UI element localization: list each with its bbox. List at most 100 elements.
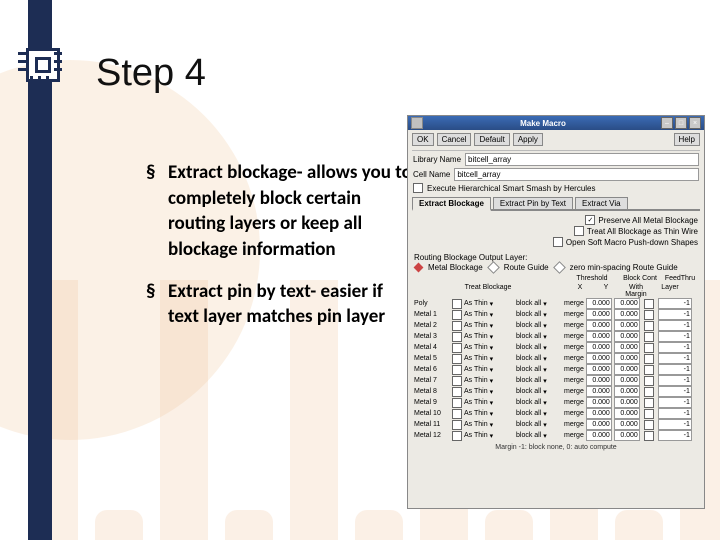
chevron-down-icon[interactable]: ▾ — [543, 333, 547, 341]
as-thin-checkbox[interactable] — [452, 332, 462, 342]
as-thin-checkbox[interactable] — [452, 310, 462, 320]
chevron-down-icon[interactable]: ▾ — [490, 344, 494, 352]
as-thin-checkbox[interactable] — [452, 321, 462, 331]
close-button[interactable]: × — [689, 117, 701, 129]
chevron-down-icon[interactable]: ▾ — [490, 432, 494, 440]
as-thin-checkbox[interactable] — [452, 343, 462, 353]
margin-checkbox[interactable] — [644, 387, 654, 397]
chevron-down-icon[interactable]: ▾ — [490, 333, 494, 341]
x-field[interactable]: 0.000 — [586, 375, 612, 386]
margin-checkbox[interactable] — [644, 310, 654, 320]
margin-checkbox[interactable] — [644, 376, 654, 386]
margin-checkbox[interactable] — [644, 431, 654, 441]
as-thin-checkbox[interactable] — [452, 299, 462, 309]
feedthru-field[interactable]: -1 — [658, 375, 692, 386]
chevron-down-icon[interactable]: ▾ — [543, 377, 547, 385]
chevron-down-icon[interactable]: ▾ — [490, 410, 494, 418]
y-field[interactable]: 0.000 — [614, 331, 640, 342]
cancel-button[interactable]: Cancel — [437, 133, 472, 146]
margin-checkbox[interactable] — [644, 299, 654, 309]
chevron-down-icon[interactable]: ▾ — [543, 410, 547, 418]
radio-zero-spacing[interactable] — [553, 261, 566, 274]
as-thin-checkbox[interactable] — [452, 387, 462, 397]
chevron-down-icon[interactable]: ▾ — [490, 322, 494, 330]
y-field[interactable]: 0.000 — [614, 320, 640, 331]
chevron-down-icon[interactable]: ▾ — [490, 300, 494, 308]
feedthru-field[interactable]: -1 — [658, 419, 692, 430]
chevron-down-icon[interactable]: ▾ — [543, 432, 547, 440]
chevron-down-icon[interactable]: ▾ — [490, 399, 494, 407]
cell-name-field[interactable]: bitcell_array — [454, 168, 699, 181]
y-field[interactable]: 0.000 — [614, 364, 640, 375]
feedthru-field[interactable]: -1 — [658, 309, 692, 320]
chevron-down-icon[interactable]: ▾ — [543, 388, 547, 396]
x-field[interactable]: 0.000 — [586, 309, 612, 320]
feedthru-field[interactable]: -1 — [658, 408, 692, 419]
tab-extract-via[interactable]: Extract Via — [575, 197, 628, 209]
feedthru-field[interactable]: -1 — [658, 353, 692, 364]
chevron-down-icon[interactable]: ▾ — [490, 355, 494, 363]
chevron-down-icon[interactable]: ▾ — [490, 388, 494, 396]
margin-checkbox[interactable] — [644, 420, 654, 430]
as-thin-checkbox[interactable] — [452, 376, 462, 386]
y-field[interactable]: 0.000 — [614, 408, 640, 419]
as-thin-checkbox[interactable] — [452, 409, 462, 419]
y-field[interactable]: 0.000 — [614, 386, 640, 397]
x-field[interactable]: 0.000 — [586, 320, 612, 331]
chevron-down-icon[interactable]: ▾ — [543, 399, 547, 407]
chevron-down-icon[interactable]: ▾ — [490, 366, 494, 374]
y-field[interactable]: 0.000 — [614, 419, 640, 430]
y-field[interactable]: 0.000 — [614, 298, 640, 309]
x-field[interactable]: 0.000 — [586, 331, 612, 342]
y-field[interactable]: 0.000 — [614, 342, 640, 353]
preserve-blockage-checkbox[interactable]: ✓ — [585, 215, 595, 225]
feedthru-field[interactable]: -1 — [658, 364, 692, 375]
chevron-down-icon[interactable]: ▾ — [543, 344, 547, 352]
feedthru-field[interactable]: -1 — [658, 386, 692, 397]
margin-checkbox[interactable] — [644, 409, 654, 419]
tab-extract-pin-by-text[interactable]: Extract Pin by Text — [493, 197, 573, 209]
chevron-down-icon[interactable]: ▾ — [543, 366, 547, 374]
feedthru-field[interactable]: -1 — [658, 331, 692, 342]
y-field[interactable]: 0.000 — [614, 309, 640, 320]
x-field[interactable]: 0.000 — [586, 397, 612, 408]
margin-checkbox[interactable] — [644, 354, 654, 364]
apply-button[interactable]: Apply — [513, 133, 543, 146]
chevron-down-icon[interactable]: ▾ — [543, 355, 547, 363]
radio-metal-blockage[interactable] — [414, 263, 424, 273]
y-field[interactable]: 0.000 — [614, 375, 640, 386]
pushdown-checkbox[interactable] — [553, 237, 563, 247]
chevron-down-icon[interactable]: ▾ — [543, 300, 547, 308]
chevron-down-icon[interactable]: ▾ — [543, 322, 547, 330]
chevron-down-icon[interactable]: ▾ — [490, 421, 494, 429]
x-field[interactable]: 0.000 — [586, 430, 612, 441]
feedthru-field[interactable]: -1 — [658, 430, 692, 441]
y-field[interactable]: 0.000 — [614, 397, 640, 408]
feedthru-field[interactable]: -1 — [658, 298, 692, 309]
radio-route-guide[interactable] — [487, 261, 500, 274]
chevron-down-icon[interactable]: ▾ — [543, 311, 547, 319]
x-field[interactable]: 0.000 — [586, 386, 612, 397]
feedthru-field[interactable]: -1 — [658, 342, 692, 353]
chevron-down-icon[interactable]: ▾ — [543, 421, 547, 429]
margin-checkbox[interactable] — [644, 365, 654, 375]
y-field[interactable]: 0.000 — [614, 430, 640, 441]
x-field[interactable]: 0.000 — [586, 408, 612, 419]
tab-extract-blockage[interactable]: Extract Blockage — [412, 197, 491, 211]
library-name-field[interactable]: bitcell_array — [465, 153, 699, 166]
hier-smash-checkbox[interactable] — [413, 183, 423, 193]
feedthru-field[interactable]: -1 — [658, 397, 692, 408]
x-field[interactable]: 0.000 — [586, 419, 612, 430]
x-field[interactable]: 0.000 — [586, 353, 612, 364]
y-field[interactable]: 0.000 — [614, 353, 640, 364]
as-thin-checkbox[interactable] — [452, 354, 462, 364]
as-thin-checkbox[interactable] — [452, 420, 462, 430]
default-button[interactable]: Default — [474, 133, 509, 146]
x-field[interactable]: 0.000 — [586, 364, 612, 375]
feedthru-field[interactable]: -1 — [658, 320, 692, 331]
chevron-down-icon[interactable]: ▾ — [490, 377, 494, 385]
chevron-down-icon[interactable]: ▾ — [490, 311, 494, 319]
thin-wire-checkbox[interactable] — [574, 226, 584, 236]
as-thin-checkbox[interactable] — [452, 431, 462, 441]
as-thin-checkbox[interactable] — [452, 365, 462, 375]
